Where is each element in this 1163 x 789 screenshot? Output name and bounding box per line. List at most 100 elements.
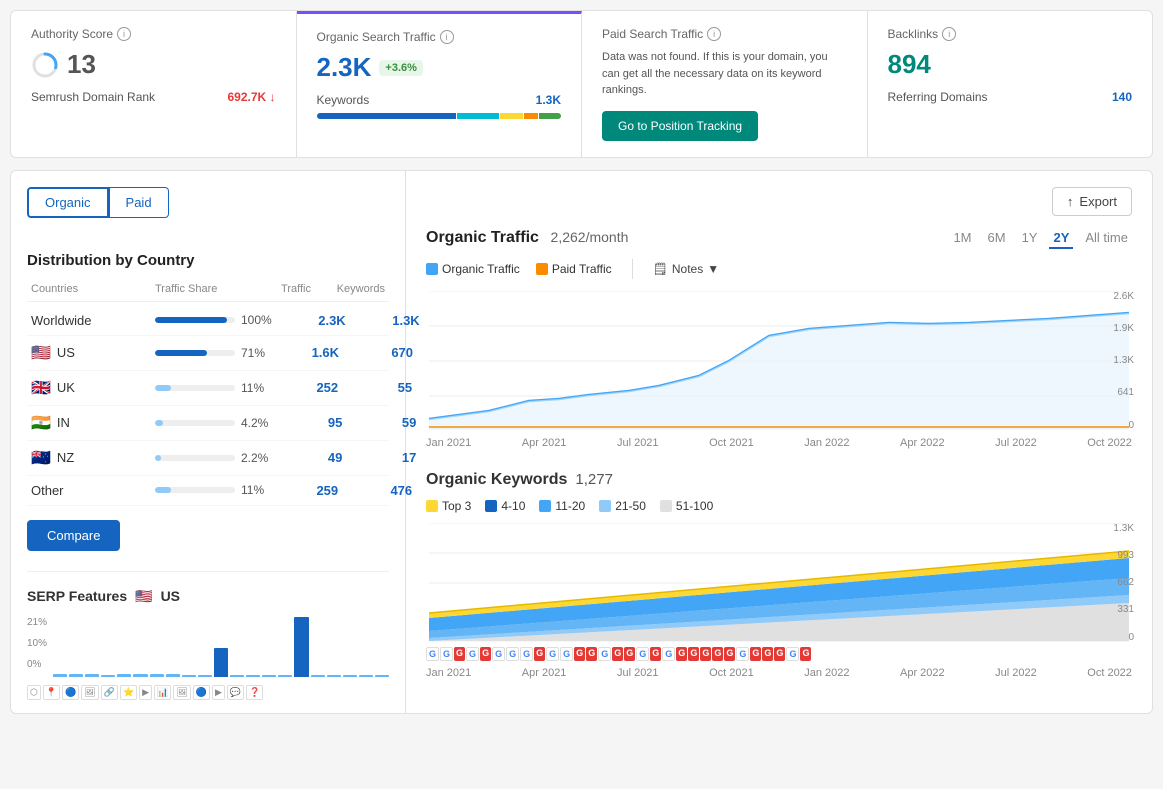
authority-info-icon[interactable]: i xyxy=(117,27,131,41)
y-label-0: 0 xyxy=(1113,420,1134,431)
paid-search-label-text: Paid Search Traffic xyxy=(602,27,703,41)
ky-label-1-3k: 1.3K xyxy=(1113,523,1134,534)
country-cell-other: Other xyxy=(31,483,151,498)
col-traffic-share: Traffic Share xyxy=(155,283,237,295)
paid-desc: Data was not found. If this is your doma… xyxy=(602,49,847,99)
backlinks-label: Backlinks i xyxy=(888,27,1133,41)
authority-score-cell: Authority Score i 13 Semrush Domain Rank… xyxy=(11,11,297,157)
table-row: 🇬🇧 UK 11% 252 55 xyxy=(27,371,389,406)
table-row: 🇺🇸 US 71% 1.6K 670 xyxy=(27,336,389,371)
organic-number: 2.3K xyxy=(317,52,372,83)
ky-label-0: 0 xyxy=(1113,632,1134,643)
kx-label-jul22: Jul 2022 xyxy=(995,667,1037,679)
traffic-share-other: 11% xyxy=(155,483,264,497)
serp-bar xyxy=(343,675,357,677)
serp-icon: 🔵 xyxy=(193,685,210,700)
g-icon-blue: G xyxy=(546,647,559,661)
keywords-y-labels: 1.3K 993 662 331 0 xyxy=(1113,523,1134,643)
serp-title-text: SERP Features xyxy=(27,588,127,604)
g-icon-red: G xyxy=(762,647,773,661)
tab-organic[interactable]: Organic xyxy=(27,187,109,218)
time-filters: 1M 6M 1Y 2Y All time xyxy=(949,228,1132,249)
authority-sub: Semrush Domain Rank 692.7K ↓ xyxy=(31,90,276,104)
y-label-641: 641 xyxy=(1113,387,1134,398)
kbar-blue xyxy=(317,113,457,119)
legend-organic[interactable]: Organic Traffic xyxy=(426,262,520,276)
ok-label-11-20: 11-20 xyxy=(555,499,585,513)
ok-dot-51-100 xyxy=(660,500,672,512)
kbar-orange xyxy=(524,113,538,119)
filter-1m[interactable]: 1M xyxy=(949,228,975,249)
organic-info-icon[interactable]: i xyxy=(440,30,454,44)
ok-legend-4-10[interactable]: 4-10 xyxy=(485,499,525,513)
col-countries: Countries xyxy=(31,283,151,295)
serp-icon: ▶ xyxy=(139,685,152,700)
serp-bar xyxy=(327,675,341,677)
traffic-uk: 252 xyxy=(268,380,338,395)
col-traffic: Traffic xyxy=(241,283,311,295)
ok-legend-21-50[interactable]: 21-50 xyxy=(599,499,646,513)
legend-paid[interactable]: Paid Traffic xyxy=(536,262,612,276)
traffic-share-worldwide: 100% xyxy=(155,313,272,327)
traffic-title-row: Organic Traffic 2,262/month 1M 6M 1Y 2Y … xyxy=(426,228,1132,249)
x-label-jan21: Jan 2021 xyxy=(426,437,471,449)
filter-6m[interactable]: 6M xyxy=(984,228,1010,249)
filter-1y[interactable]: 1Y xyxy=(1018,228,1042,249)
col-keywords: Keywords xyxy=(315,283,385,295)
country-cell-us: 🇺🇸 US xyxy=(31,343,151,363)
kx-label-jan22: Jan 2022 xyxy=(804,667,849,679)
kbar-cyan xyxy=(457,113,499,119)
ok-legend-51-100[interactable]: 51-100 xyxy=(660,499,713,513)
left-panel: Organic Paid Distribution by Country Cou… xyxy=(11,171,406,713)
country-name-nz: NZ xyxy=(57,450,74,465)
kbar-green xyxy=(539,113,561,119)
serp-icon: 🖼 xyxy=(81,685,98,700)
distribution-title: Distribution by Country xyxy=(27,252,389,269)
ok-legend-top3[interactable]: Top 3 xyxy=(426,499,471,513)
paid-info-icon[interactable]: i xyxy=(707,27,721,41)
traffic-y-labels: 2.6K 1.9K 1.3K 641 0 xyxy=(1113,291,1134,431)
country-name-us: US xyxy=(57,345,75,360)
ok-label-top3: Top 3 xyxy=(442,499,471,513)
g-icon-blue: G xyxy=(440,647,453,661)
kx-label-jul21: Jul 2021 xyxy=(617,667,659,679)
serp-icon: ⬡ xyxy=(27,685,41,700)
g-icons-row: G G G G G G G G G G G G G G G G G xyxy=(426,647,1132,661)
g-icon-red: G xyxy=(480,647,491,661)
backlinks-cell: Backlinks i 894 Referring Domains 140 xyxy=(868,11,1153,157)
ok-dot-4-10 xyxy=(485,500,497,512)
tab-paid[interactable]: Paid xyxy=(109,187,169,218)
serp-bar xyxy=(278,675,292,677)
ok-legend-11-20[interactable]: 11-20 xyxy=(539,499,585,513)
go-to-position-tracking-button[interactable]: Go to Position Tracking xyxy=(602,111,758,141)
g-icon-red: G xyxy=(712,647,723,661)
keywords-bar xyxy=(317,113,562,119)
filter-all[interactable]: All time xyxy=(1081,228,1132,249)
g-icon-red: G xyxy=(534,647,545,661)
serp-bar xyxy=(375,675,389,677)
g-icon-blue: G xyxy=(662,647,675,661)
organic-keywords-row: Keywords 1.3K xyxy=(317,93,562,107)
kx-label-oct22: Oct 2022 xyxy=(1087,667,1132,679)
x-label-oct22: Oct 2022 xyxy=(1087,437,1132,449)
country-name-worldwide: Worldwide xyxy=(31,313,91,328)
x-label-apr22: Apr 2022 xyxy=(900,437,945,449)
filter-2y[interactable]: 2Y xyxy=(1049,228,1073,249)
y-label-2-6k: 2.6K xyxy=(1113,291,1134,302)
ok-title-row: Organic Keywords 1,277 xyxy=(426,471,1132,489)
backlinks-info-icon[interactable]: i xyxy=(942,27,956,41)
notes-button[interactable]: 🗒 Notes ▼ xyxy=(653,262,719,276)
ky-label-331: 331 xyxy=(1113,604,1134,615)
organic-search-label-text: Organic Search Traffic xyxy=(317,30,436,44)
compare-button[interactable]: Compare xyxy=(27,520,120,551)
ok-title: Organic Keywords xyxy=(426,471,567,489)
authority-number: 13 xyxy=(67,49,96,80)
export-button[interactable]: ↑ Export xyxy=(1052,187,1132,216)
serp-bar-tall xyxy=(294,617,308,677)
organic-search-value: 2.3K +3.6% xyxy=(317,52,562,83)
kx-label-apr22: Apr 2022 xyxy=(900,667,945,679)
serp-bar xyxy=(69,674,83,677)
serp-icon: 📊 xyxy=(154,685,171,700)
right-panel: ↑ Export Organic Traffic 2,262/month 1M … xyxy=(406,171,1152,713)
serp-pct-21: 21% xyxy=(27,617,47,628)
